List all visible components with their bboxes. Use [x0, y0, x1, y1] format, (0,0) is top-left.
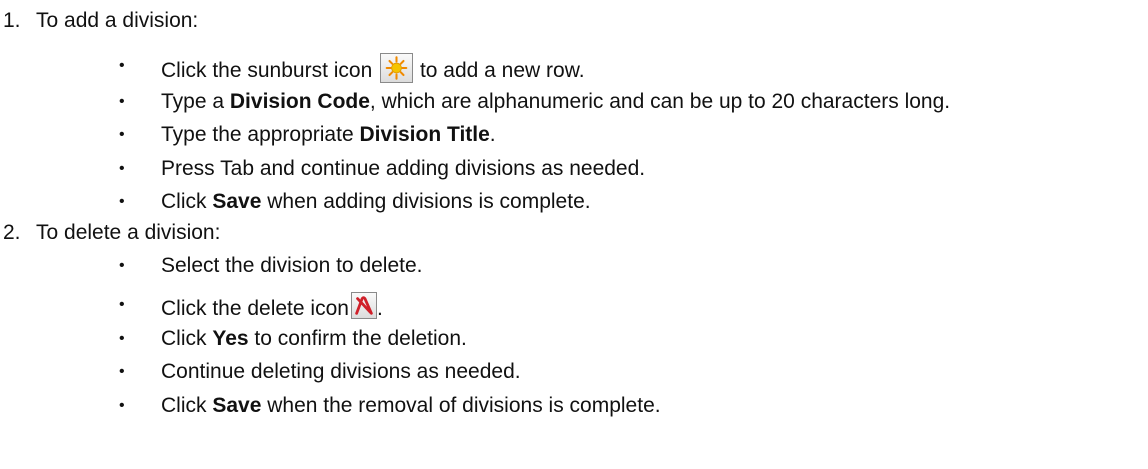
bullet: •: [119, 330, 125, 347]
item-text: Click: [161, 394, 207, 417]
item-text: to confirm the deletion.: [254, 327, 467, 350]
step-title: To add a division:: [36, 9, 199, 32]
sunburst-icon: [380, 53, 414, 83]
item-text: .: [376, 297, 383, 320]
bullet: •: [119, 296, 125, 313]
bullet: •: [119, 257, 125, 274]
bullet: •: [119, 397, 125, 414]
bullet: •: [119, 126, 125, 143]
item-text: Click the sunburst icon: [161, 59, 373, 82]
item-text: Continue deleting divisions as needed.: [161, 360, 521, 383]
delete-icon: [350, 292, 377, 319]
item-text: Select the division to delete.: [161, 254, 423, 277]
item-text: Type the appropriate: [161, 123, 354, 146]
item-text: Type a: [161, 90, 225, 113]
item-text: Click: [161, 190, 207, 213]
bullet: •: [119, 363, 125, 380]
step-title: To delete a division:: [36, 221, 221, 244]
item-text: Click: [161, 327, 207, 350]
bold-term: Save: [212, 190, 262, 213]
item-text: when adding divisions is complete.: [267, 190, 591, 213]
bold-term: Save: [212, 394, 262, 417]
instruction-document: 1. To add a division: • Click the sunbur…: [0, 0, 1148, 469]
item-text: to add a new row.: [419, 59, 585, 82]
bullet: •: [119, 93, 125, 110]
bullet: •: [119, 57, 125, 74]
item-text: Press Tab and continue adding divisions …: [161, 157, 646, 180]
item-text: .: [489, 123, 496, 146]
bullet: •: [119, 193, 125, 210]
bold-term: Division Code: [229, 90, 370, 113]
item-text: Click the delete icon: [161, 297, 349, 320]
step-number: 1.: [3, 9, 21, 32]
bullet: •: [119, 160, 125, 177]
step-number: 2.: [3, 221, 21, 244]
bold-term: Yes: [212, 327, 249, 350]
item-text: when the removal of divisions is complet…: [267, 394, 661, 417]
item-text: , which are alphanumeric and can be up t…: [369, 90, 951, 113]
bold-term: Division Title: [359, 123, 490, 146]
